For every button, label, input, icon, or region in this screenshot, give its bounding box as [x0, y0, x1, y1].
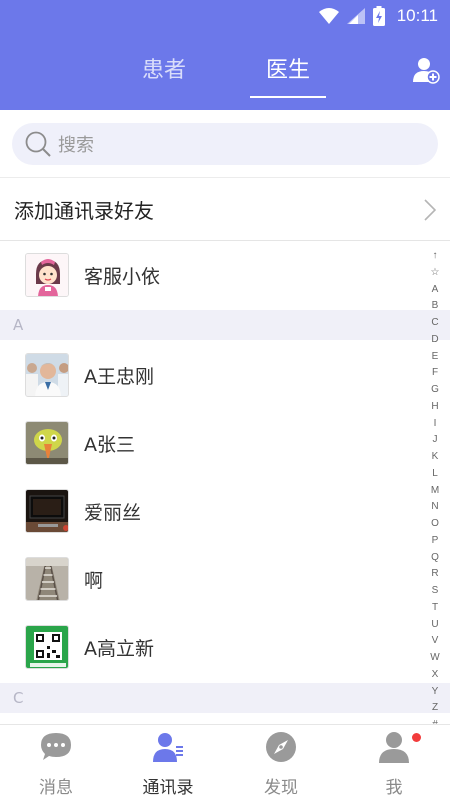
index-letter[interactable]: D [431, 332, 438, 349]
contact-item-service[interactable]: 客服小依 [0, 241, 426, 309]
index-letter[interactable]: J [433, 432, 438, 449]
tab-messages[interactable]: 消息 [0, 725, 112, 800]
notification-badge [412, 733, 421, 742]
bottom-tab-bar: 消息 通讯录 发现 我 [0, 724, 450, 800]
index-letter[interactable]: N [431, 499, 438, 516]
index-letter[interactable]: Q [431, 550, 439, 567]
index-letter[interactable]: C [431, 315, 438, 332]
index-letter[interactable]: S [432, 583, 439, 600]
index-letter[interactable]: F [432, 365, 438, 382]
section-header-c: C [0, 683, 450, 713]
computer-monitor-avatar [25, 489, 69, 533]
qr-code-avatar [25, 625, 69, 669]
alphabet-index-bar[interactable]: ↑ ☆ A B C D E F G H I J K L M N O P Q R … [430, 248, 440, 734]
index-letter[interactable]: X [432, 667, 439, 684]
contact-item-a[interactable]: 啊 [0, 545, 426, 613]
contact-item-wangzhonggang[interactable]: A王忠刚 [0, 341, 426, 409]
search-placeholder: 搜索 [58, 135, 94, 156]
contact-name: A张三 [84, 433, 135, 456]
tab-doctor[interactable]: 医生 [250, 52, 326, 98]
index-letter[interactable]: E [432, 349, 439, 366]
index-letter[interactable]: R [431, 566, 438, 583]
contact-item-zhangsan[interactable]: A张三 [0, 409, 426, 477]
tab-messages-label: 消息 [39, 778, 73, 798]
index-letter[interactable]: ☆ [431, 265, 440, 282]
doctors-photo-avatar [25, 353, 69, 397]
index-letter[interactable]: P [432, 533, 439, 550]
tab-me-label: 我 [385, 778, 403, 798]
tab-patient[interactable]: 患者 [140, 52, 188, 98]
contact-name: 爱丽丝 [84, 501, 142, 524]
index-letter[interactable]: G [431, 382, 439, 399]
add-contact-icon[interactable] [412, 56, 440, 84]
tab-discover-label: 发现 [264, 778, 298, 798]
index-letter[interactable]: Y [432, 684, 439, 701]
index-letter[interactable]: O [431, 516, 439, 533]
index-letter[interactable]: A [432, 282, 439, 299]
search-icon [25, 131, 51, 157]
index-letter[interactable]: W [430, 650, 439, 667]
index-letter[interactable]: L [432, 466, 438, 483]
compass-icon [266, 732, 296, 762]
wifi-icon [318, 8, 339, 24]
contact-name: A高立新 [84, 637, 154, 660]
index-letter[interactable]: M [431, 483, 439, 500]
tab-discover[interactable]: 发现 [225, 725, 337, 800]
chat-bubble-icon [41, 733, 71, 760]
header-tabs: 患者 医生 [0, 52, 450, 98]
cartoon-girl-avatar [25, 253, 69, 297]
tab-me[interactable]: 我 [338, 725, 450, 800]
index-letter[interactable]: H [431, 399, 438, 416]
search-input[interactable]: 搜索 [12, 123, 438, 165]
railway-tracks-avatar [25, 557, 69, 601]
contact-item-gaolixin[interactable]: A高立新 [0, 613, 426, 681]
tab-doctor-label: 医生 [265, 58, 310, 83]
tab-contacts-label: 通讯录 [142, 778, 194, 798]
contact-name: 啊 [84, 569, 104, 592]
add-friends-label: 添加通讯录好友 [14, 199, 154, 223]
contacts-icon [153, 733, 183, 762]
index-letter[interactable]: U [431, 617, 438, 634]
contact-name: 客服小依 [84, 265, 161, 288]
index-letter[interactable]: B [432, 298, 439, 315]
chevron-right-icon [424, 199, 436, 221]
active-tab-underline [250, 96, 326, 98]
index-letter[interactable]: ↑ [433, 248, 438, 265]
app-header: 10:11 患者 医生 [0, 0, 450, 110]
index-letter[interactable]: I [434, 416, 437, 433]
person-icon [379, 732, 409, 763]
status-bar: 10:11 [250, 0, 450, 32]
contact-name: A王忠刚 [84, 365, 154, 388]
add-contacts-friends-row[interactable]: 添加通讯录好友 [0, 179, 450, 241]
index-letter[interactable]: T [432, 600, 438, 617]
index-letter[interactable]: K [432, 449, 439, 466]
battery-charging-icon [372, 6, 385, 26]
yellow-bird-avatar [25, 421, 69, 465]
cellular-signal-icon [346, 8, 365, 24]
index-letter[interactable]: V [432, 633, 439, 650]
section-header-a: A [0, 310, 450, 340]
index-letter[interactable]: Z [432, 700, 438, 717]
tab-contacts[interactable]: 通讯录 [112, 725, 224, 800]
status-time: 10:11 [396, 6, 438, 25]
contact-item-alice[interactable]: 爱丽丝 [0, 477, 426, 545]
search-section: 搜索 [0, 110, 450, 178]
